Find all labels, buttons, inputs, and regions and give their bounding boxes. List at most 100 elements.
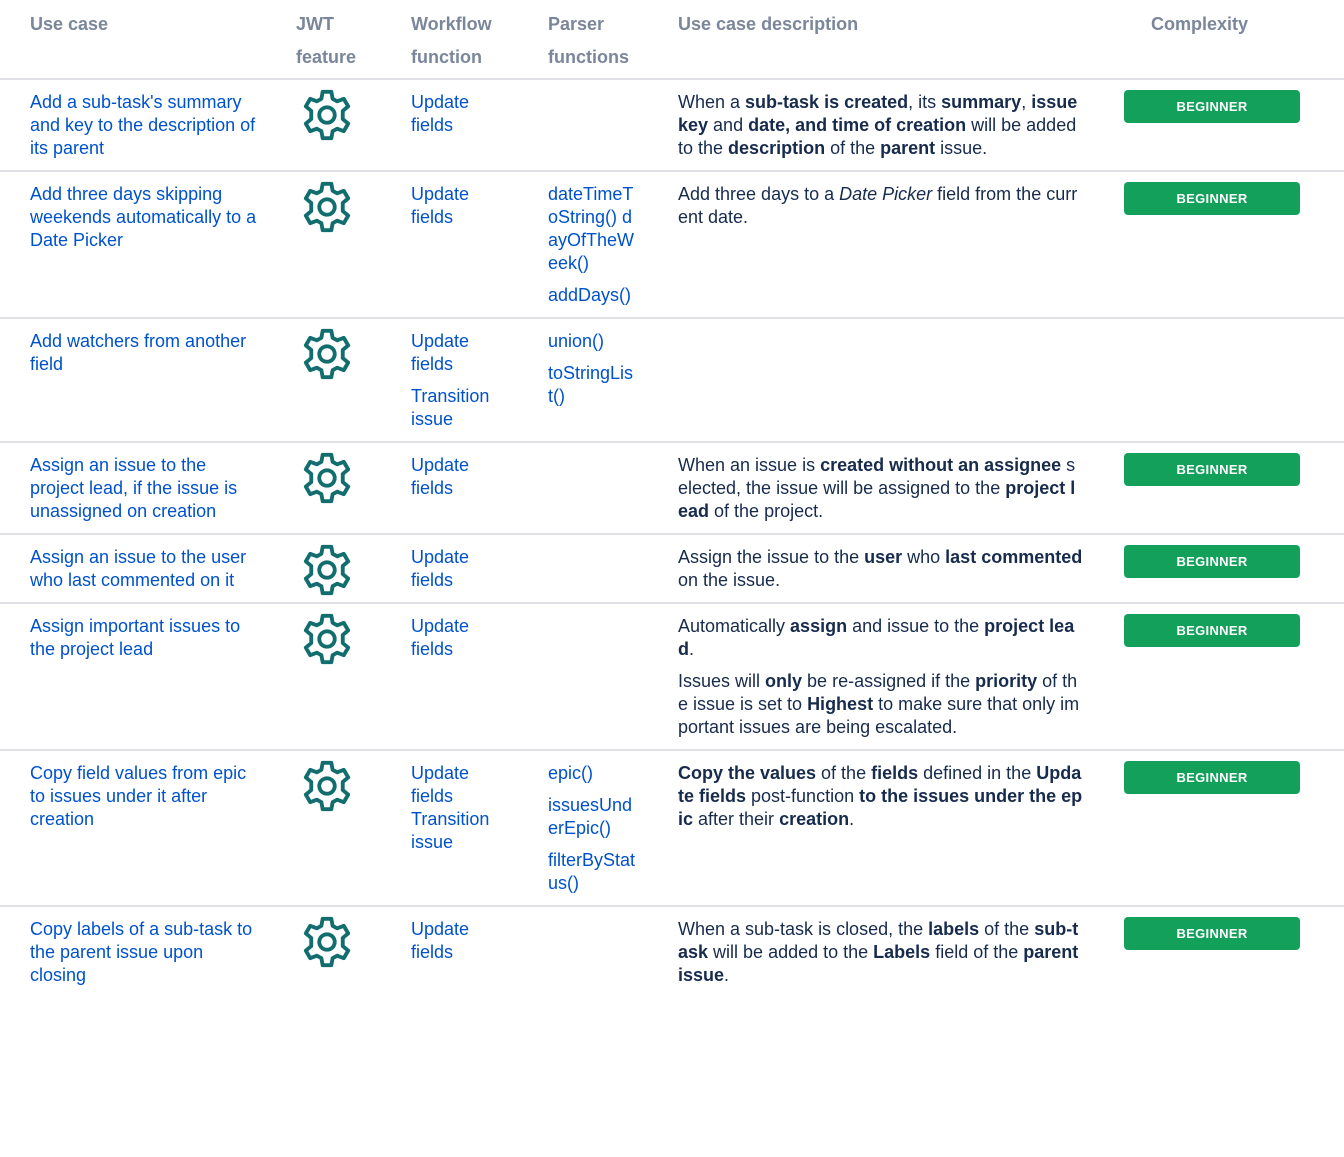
workflow-function-link[interactable]: Update fields (411, 615, 506, 661)
description-paragraph: When a sub-task is closed, the labels of… (678, 918, 1084, 987)
use-case-table: Use case JWT feature Workflow function P… (0, 0, 1344, 997)
jwt-feature-cell (272, 534, 380, 604)
use-case-cell: Assign an issue to the user who last com… (0, 534, 272, 604)
use-case-link[interactable]: Assign an issue to the user who last com… (30, 546, 262, 592)
parser-function-link[interactable]: addDays() (548, 284, 636, 307)
workflow-function-cell: Update fields (380, 603, 516, 751)
description-bold-text: only (765, 671, 803, 691)
workflow-function-cell: Update fields (380, 534, 516, 604)
table-header-row: Use case JWT feature Workflow function P… (0, 0, 1344, 80)
description-bold-text: last commented (945, 547, 1083, 567)
workflow-function-cell: Update fields (380, 442, 516, 535)
description-text: on the issue. (678, 570, 781, 590)
use-case-cell: Add watchers from another field (0, 318, 272, 443)
description-bold-text: description (728, 138, 826, 158)
table-row: Add watchers from another field Update f… (0, 318, 1344, 443)
description-text: When an issue is (678, 455, 821, 475)
table-row: Assign an issue to the user who last com… (0, 534, 1344, 604)
table-row: Copy labels of a sub-task to the parent … (0, 906, 1344, 997)
header-parser-functions: Parser functions (516, 0, 646, 80)
use-case-link[interactable]: Copy labels of a sub-task to the parent … (30, 918, 262, 987)
description-text: . (724, 965, 730, 985)
parser-function-link[interactable]: epic() (548, 762, 636, 785)
gear-icon (303, 916, 351, 968)
parser-function-link[interactable]: union() (548, 330, 636, 353)
workflow-function-link[interactable]: Update fields (411, 546, 506, 592)
use-case-link[interactable]: Add watchers from another field (30, 330, 262, 376)
description-text: after their (693, 809, 780, 829)
complexity-cell: BEGINNER (1120, 171, 1344, 319)
use-case-description-cell: Copy the values of the fields defined in… (646, 750, 1120, 907)
header-complexity: Complexity (1120, 0, 1344, 80)
table-row: Assign important issues to the project l… (0, 603, 1344, 751)
use-case-link[interactable]: Add three days skipping weekends automat… (30, 183, 262, 252)
description-text: Add three days to a (678, 184, 840, 204)
description-paragraph: Automatically assign and issue to the pr… (678, 615, 1084, 661)
workflow-function-link[interactable]: Update fields (411, 454, 506, 500)
description-bold-text: assign (790, 616, 848, 636)
use-case-link[interactable]: Copy field values from epic to issues un… (30, 762, 262, 831)
parser-function-link[interactable]: dateTimeToString() dayOfTheWeek() (548, 183, 636, 275)
workflow-function-link[interactable]: Update fields (411, 91, 506, 137)
description-bold-text: created without an assignee (820, 455, 1062, 475)
use-case-cell: Add three days skipping weekends automat… (0, 171, 272, 319)
parser-functions-cell: epic() issuesUnderEpic() filterByStatus() (516, 750, 646, 907)
parser-function-link[interactable]: issuesUnderEpic() (548, 794, 636, 840)
gear-icon (303, 328, 351, 380)
workflow-function-cell: Update fields (380, 171, 516, 319)
use-case-cell: Assign an issue to the project lead, if … (0, 442, 272, 535)
description-text: post-function (746, 786, 860, 806)
parser-functions-cell (516, 442, 646, 535)
jwt-feature-cell (272, 906, 380, 997)
jwt-feature-cell (272, 318, 380, 443)
description-bold-text: Copy the values (678, 763, 817, 783)
workflow-function-link[interactable]: Update fields (411, 183, 506, 229)
complexity-badge: BEGINNER (1124, 182, 1300, 215)
description-text: . (849, 809, 855, 829)
workflow-function-link[interactable]: Transition issue (411, 385, 506, 431)
gear-icon (303, 89, 351, 141)
complexity-cell: BEGINNER (1120, 79, 1344, 172)
complexity-cell: BEGINNER (1120, 906, 1344, 997)
use-case-link[interactable]: Assign an issue to the project lead, if … (30, 454, 262, 523)
complexity-cell: BEGINNER (1120, 603, 1344, 751)
description-text: , (1021, 92, 1032, 112)
complexity-cell: BEGINNER (1120, 750, 1344, 907)
parser-function-link[interactable]: filterByStatus() (548, 849, 636, 895)
gear-icon (303, 760, 351, 812)
description-paragraph: When a sub-task is created, its summary,… (678, 91, 1084, 160)
workflow-function-link[interactable]: Update fields (411, 330, 506, 376)
description-bold-text: labels (928, 919, 980, 939)
description-bold-text: Labels (873, 942, 931, 962)
description-text: field of the (930, 942, 1024, 962)
use-case-description-cell (646, 318, 1120, 443)
table-row: Add three days skipping weekends automat… (0, 171, 1344, 319)
use-case-link[interactable]: Assign important issues to the project l… (30, 615, 262, 661)
parser-function-link[interactable]: toStringList() (548, 362, 636, 408)
use-case-description-cell: Add three days to a Date Picker field fr… (646, 171, 1120, 319)
complexity-cell: BEGINNER (1120, 442, 1344, 535)
description-text: will be added to the (708, 942, 874, 962)
parser-functions-cell: union() toStringList() (516, 318, 646, 443)
description-bold-text: summary (941, 92, 1022, 112)
description-bold-text: creation (779, 809, 850, 829)
description-paragraph: Copy the values of the fields defined in… (678, 762, 1084, 831)
use-case-description-cell: When a sub-task is closed, the labels of… (646, 906, 1120, 997)
workflow-function-link[interactable]: Update fields Transition issue (411, 762, 506, 854)
complexity-badge: BEGINNER (1124, 545, 1300, 578)
description-text: defined in the (918, 763, 1037, 783)
description-text: of the (825, 138, 881, 158)
gear-icon (303, 544, 351, 596)
description-text: issue. (935, 138, 988, 158)
use-case-description-cell: Automatically assign and issue to the pr… (646, 603, 1120, 751)
description-text: who (902, 547, 946, 567)
complexity-badge: BEGINNER (1124, 917, 1300, 950)
description-text: of the project. (709, 501, 824, 521)
complexity-badge: BEGINNER (1124, 453, 1300, 486)
jwt-feature-cell (272, 750, 380, 907)
description-text: of the (816, 763, 872, 783)
parser-functions-cell (516, 534, 646, 604)
description-text: Issues will (678, 671, 766, 691)
use-case-link[interactable]: Add a sub-task's summary and key to the … (30, 91, 262, 160)
workflow-function-link[interactable]: Update fields (411, 918, 506, 964)
